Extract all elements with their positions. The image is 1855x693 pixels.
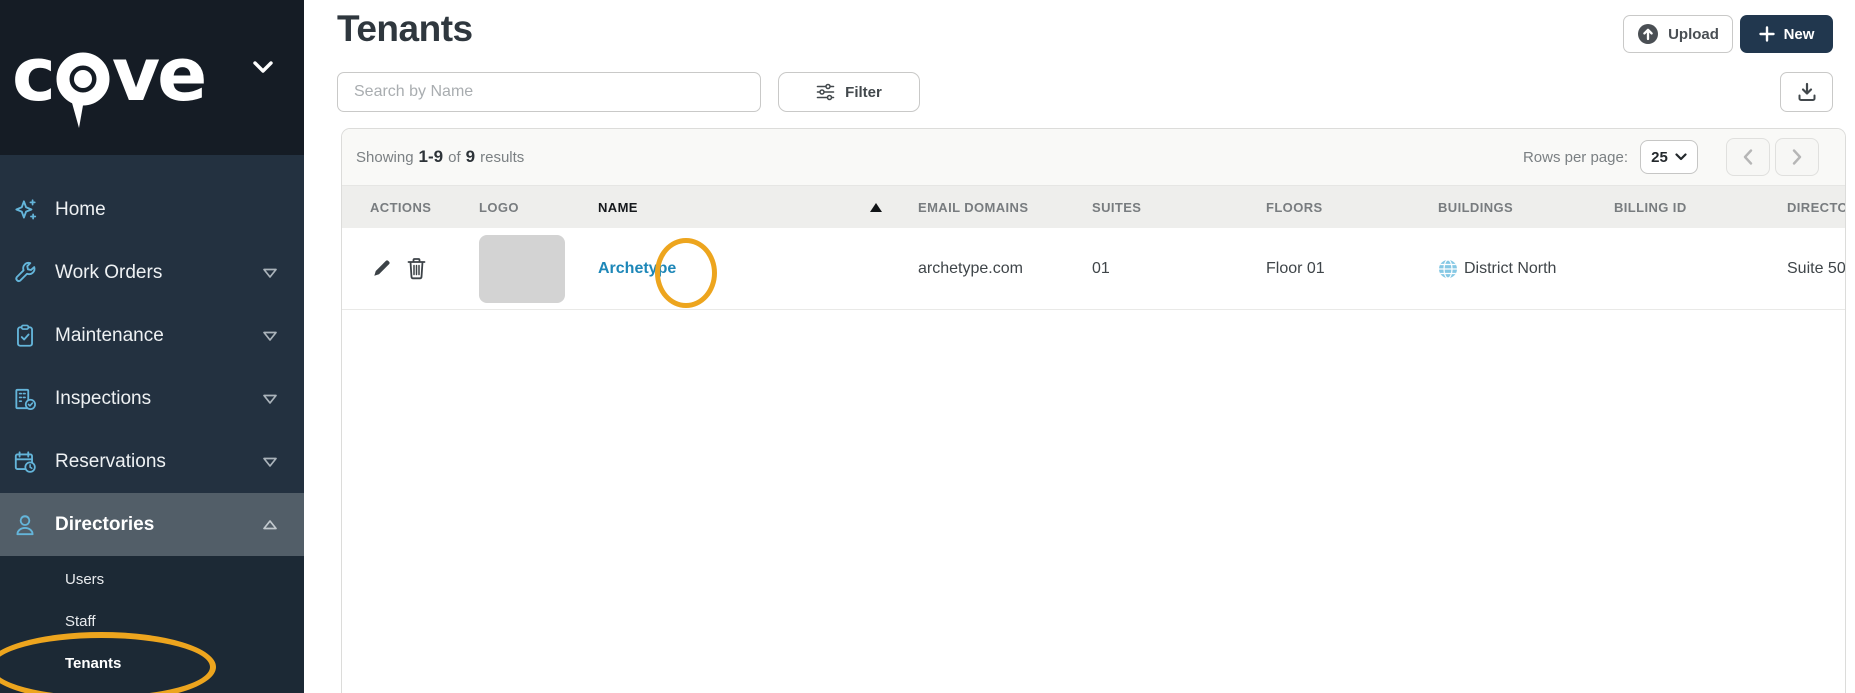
row-suites-cell: 01 xyxy=(1092,259,1110,277)
results-range: 1-9 xyxy=(418,147,444,166)
filter-sliders-icon xyxy=(816,83,835,101)
trash-icon xyxy=(407,258,426,280)
sidebar-subitem-tenants[interactable]: Tenants xyxy=(0,642,304,684)
main-content: Tenants Upload New Filter Showing 1-9 of xyxy=(304,0,1855,693)
org-switcher-chevron-down-icon[interactable] xyxy=(251,58,275,76)
new-button[interactable]: New xyxy=(1740,15,1833,53)
results-summary: Showing 1-9 of 9 results xyxy=(356,147,524,167)
sidebar-item-home[interactable]: Home xyxy=(0,178,304,241)
pencil-icon xyxy=(374,260,390,276)
row-floors-cell: Floor 01 xyxy=(1266,259,1325,277)
new-button-label: New xyxy=(1783,25,1815,43)
sidebar-item-label: Inspections xyxy=(55,387,152,409)
sidebar-item-inspections[interactable]: Inspections xyxy=(0,367,304,430)
logo-text-right: ve xyxy=(111,31,207,118)
upload-button[interactable]: Upload xyxy=(1623,15,1733,53)
building-check-icon xyxy=(12,386,38,412)
showing-prefix: Showing xyxy=(356,149,414,166)
sub-item-label: Tenants xyxy=(65,654,122,672)
directories-submenu: Users Staff Tenants xyxy=(0,556,304,693)
of-word: of xyxy=(448,149,461,166)
tenants-table: ACTIONS LOGO NAME EMAIL DOMAINS SUITES F… xyxy=(342,186,1846,310)
results-total: 9 xyxy=(465,147,476,166)
chevron-left-icon xyxy=(1743,149,1753,165)
column-header-logo: LOGO xyxy=(479,199,519,215)
sidebar-item-label: Work Orders xyxy=(55,261,163,283)
rows-per-page-label: Rows per page: xyxy=(1522,148,1628,166)
sidebar: c ve Home Work Orders Maintenance Inspec… xyxy=(0,0,304,693)
building-name: District North xyxy=(1464,259,1557,277)
column-header-actions: ACTIONS xyxy=(370,199,432,215)
column-header-email-domains: EMAIL DOMAINS xyxy=(918,199,1029,215)
page-title: Tenants xyxy=(337,8,473,49)
logo-bar: c ve xyxy=(0,0,304,155)
chevron-down-icon xyxy=(263,331,277,341)
chevron-right-icon xyxy=(1792,149,1802,165)
sort-ascending-icon xyxy=(870,202,882,212)
upload-icon xyxy=(1638,24,1659,44)
table-header-row: ACTIONS LOGO NAME EMAIL DOMAINS SUITES F… xyxy=(342,186,1846,228)
rows-per-page-select[interactable]: 25 xyxy=(1640,140,1698,174)
globe-icon xyxy=(1439,258,1457,279)
sidebar-item-label: Home xyxy=(55,198,106,220)
column-header-directory: DIRECTO xyxy=(1787,199,1846,215)
row-email-domains-cell: archetype.com xyxy=(918,259,1023,277)
logo-text-left: c xyxy=(12,31,56,118)
rows-per-page-value: 25 xyxy=(1651,148,1668,166)
sidebar-item-directories[interactable]: Directories xyxy=(0,493,304,556)
results-bar: Showing 1-9 of 9 results Rows per page: … xyxy=(342,129,1845,186)
row-actions-cell xyxy=(342,257,479,280)
column-header-buildings: BUILDINGS xyxy=(1438,199,1514,215)
chevron-up-icon xyxy=(263,519,277,529)
sub-item-label: Staff xyxy=(65,612,96,630)
column-header-suites: SUITES xyxy=(1092,199,1142,215)
sidebar-item-label: Directories xyxy=(55,513,155,535)
search-input[interactable] xyxy=(337,72,761,112)
sidebar-subitem-staff[interactable]: Staff xyxy=(0,600,304,642)
filter-button-label: Filter xyxy=(845,83,882,101)
chevron-down-icon xyxy=(1675,153,1687,161)
sub-item-label: Users xyxy=(65,570,105,588)
plus-icon xyxy=(1758,26,1775,42)
tenant-logo-placeholder xyxy=(479,234,565,303)
calendar-clock-icon xyxy=(12,449,38,475)
chevron-down-icon xyxy=(263,457,277,467)
person-icon xyxy=(12,512,38,538)
sparkles-icon xyxy=(12,197,38,223)
upload-button-label: Upload xyxy=(1668,25,1719,43)
tenant-name-link[interactable]: Archetype xyxy=(598,260,676,278)
column-header-name[interactable]: NAME xyxy=(598,200,918,215)
tenants-table-panel: Showing 1-9 of 9 results Rows per page: … xyxy=(341,128,1846,693)
column-header-billing-id: BILLING ID xyxy=(1614,199,1687,215)
delete-button[interactable] xyxy=(406,257,427,280)
filter-button[interactable]: Filter xyxy=(778,72,920,112)
chevron-down-icon xyxy=(263,394,277,404)
sidebar-item-maintenance[interactable]: Maintenance xyxy=(0,304,304,367)
edit-button[interactable] xyxy=(370,257,393,280)
row-name-cell: Archetype xyxy=(598,260,918,278)
sidebar-menu: Home Work Orders Maintenance Inspections… xyxy=(0,155,304,556)
row-logo-cell xyxy=(479,234,598,303)
download-button[interactable] xyxy=(1780,72,1833,112)
row-directory-cell: Suite 50 xyxy=(1787,259,1846,277)
sidebar-subitem-users[interactable]: Users xyxy=(0,558,304,600)
results-suffix: results xyxy=(480,149,525,166)
table-row: Archetype archetype.com 01 Floor 01 Dist… xyxy=(342,228,1846,310)
next-page-button[interactable] xyxy=(1775,138,1819,176)
sidebar-item-reservations[interactable]: Reservations xyxy=(0,430,304,493)
clipboard-check-icon xyxy=(12,323,38,349)
app-root: c ve Home Work Orders Maintenance Inspec… xyxy=(0,0,1855,693)
chevron-down-icon xyxy=(263,268,277,278)
sidebar-item-label: Reservations xyxy=(55,450,166,472)
column-header-name-label: NAME xyxy=(598,199,638,215)
cove-logo[interactable]: c ve xyxy=(12,24,207,132)
logo-pin-icon xyxy=(56,52,110,128)
sidebar-item-work-orders[interactable]: Work Orders xyxy=(0,241,304,304)
wrench-icon xyxy=(12,260,38,286)
row-buildings-cell: District North xyxy=(1438,258,1614,279)
previous-page-button[interactable] xyxy=(1726,138,1770,176)
column-header-floors: FLOORS xyxy=(1266,199,1323,215)
sidebar-item-label: Maintenance xyxy=(55,324,164,346)
download-icon xyxy=(1798,82,1815,101)
